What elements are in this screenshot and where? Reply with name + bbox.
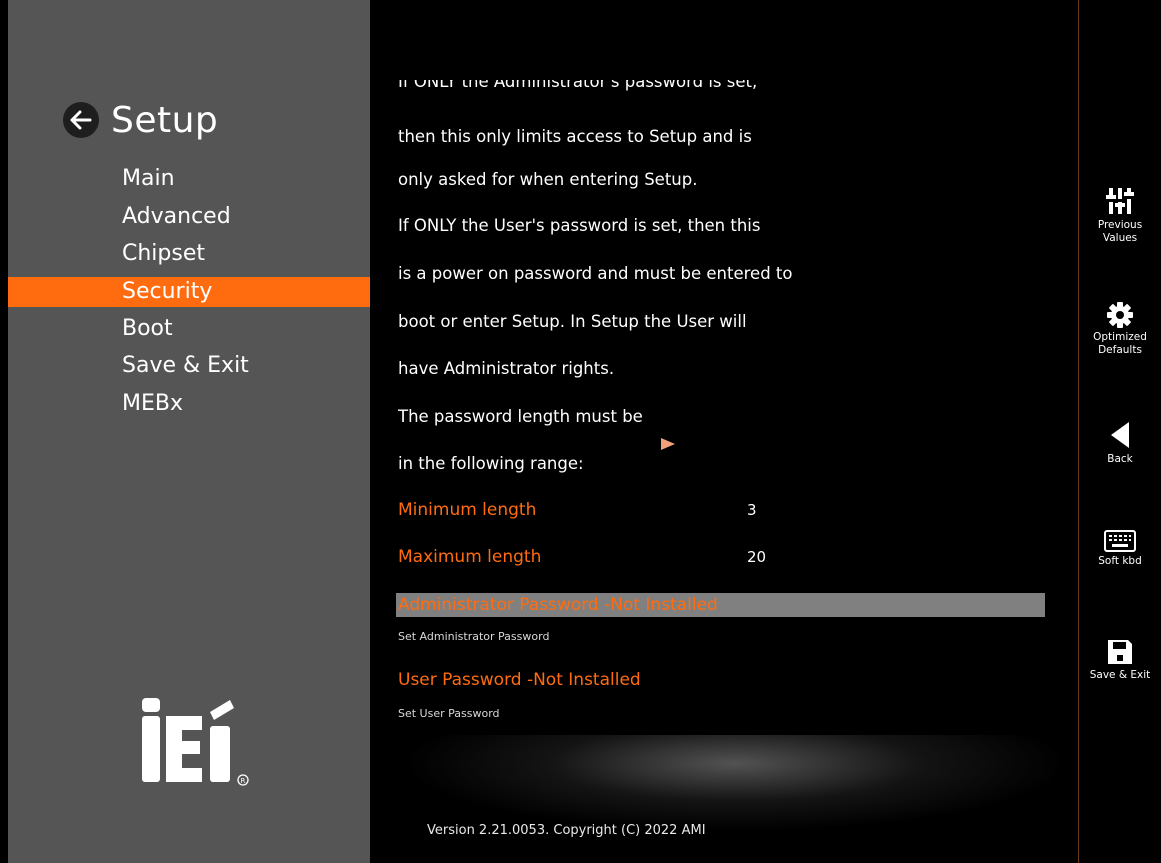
user-password-item[interactable]: User Password -Not Installed	[398, 670, 641, 690]
version-text: Version 2.21.0053. Copyright (C) 2022 AM…	[427, 823, 706, 838]
maximum-length-value: 20	[747, 548, 767, 566]
save-exit-button[interactable]: Save & Exit	[1079, 638, 1161, 682]
help-line-4: If ONLY the User's password is set, then…	[398, 216, 761, 235]
gear-icon	[1107, 302, 1133, 328]
minimum-length-label: Minimum length	[398, 500, 537, 520]
sidebar-item-main[interactable]: Main	[8, 160, 370, 198]
back-label: Back	[1107, 453, 1133, 465]
sidebar-item-chipset[interactable]: Chipset	[8, 235, 370, 273]
help-line-1: If ONLY the Administrator's password is …	[398, 72, 758, 91]
previous-values-button[interactable]: Previous Values	[1079, 186, 1161, 245]
administrator-password-row[interactable]: Administrator Password -Not Installed	[396, 593, 1045, 617]
administrator-password-label: Administrator Password -Not Installed	[398, 595, 718, 615]
sidebar-item-security[interactable]: Security	[8, 276, 370, 307]
previous-values-label-1: Previous	[1097, 219, 1143, 231]
save-exit-label: Save & Exit	[1089, 669, 1151, 681]
minimum-length-value: 3	[747, 501, 757, 519]
administrator-password-help: Set Administrator Password	[398, 630, 550, 643]
back-triangle-icon	[1111, 422, 1129, 448]
help-line-2: then this only limits access to Setup an…	[398, 127, 752, 146]
soft-kbd-label: Soft kbd	[1098, 555, 1142, 567]
back-arrow-icon[interactable]	[63, 102, 99, 138]
left-edge-strip	[0, 0, 8, 863]
sidebar-item-advanced[interactable]: Advanced	[8, 198, 370, 236]
optimized-defaults-button[interactable]: Optimized Defaults	[1079, 302, 1161, 357]
back-button[interactable]: Back	[1079, 420, 1161, 466]
maximum-length-label: Maximum length	[398, 547, 542, 567]
help-line-8: The password length must be	[398, 407, 643, 426]
mouse-cursor-icon	[660, 436, 676, 455]
user-password-help: Set User Password	[398, 707, 500, 720]
setup-title: Setup	[111, 99, 219, 141]
help-line-5: is a power on password and must be enter…	[398, 264, 793, 283]
sidebar: Setup Main Advanced Chipset Security Boo…	[8, 0, 370, 863]
help-line-3: only asked for when entering Setup.	[398, 170, 698, 189]
optimized-defaults-label-2: Defaults	[1098, 344, 1142, 356]
optimized-defaults-label-1: Optimized	[1093, 331, 1147, 343]
iei-logo: R	[140, 696, 260, 792]
bottom-glow	[410, 735, 1060, 830]
action-bar: Previous Values Optimized Defaults Back	[1078, 0, 1161, 863]
help-line-9: in the following range:	[398, 454, 584, 473]
sidebar-menu: Main Advanced Chipset Security Boot Save…	[8, 160, 370, 422]
sidebar-item-boot[interactable]: Boot	[8, 310, 370, 348]
sliders-icon	[1106, 188, 1134, 214]
keyboard-icon	[1104, 530, 1136, 552]
soft-keyboard-button[interactable]: Soft kbd	[1079, 530, 1161, 568]
sidebar-item-mebx[interactable]: MEBx	[8, 385, 370, 423]
svg-text:R: R	[241, 777, 246, 785]
main-panel: If ONLY the Administrator's password is …	[370, 0, 1078, 863]
floppy-disk-icon	[1108, 640, 1132, 664]
previous-values-label-2: Values	[1102, 232, 1138, 244]
help-line-7: have Administrator rights.	[398, 359, 615, 378]
setup-header: Setup	[63, 95, 218, 145]
sidebar-item-save-exit[interactable]: Save & Exit	[8, 347, 370, 385]
help-line-6: boot or enter Setup. In Setup the User w…	[398, 312, 747, 331]
